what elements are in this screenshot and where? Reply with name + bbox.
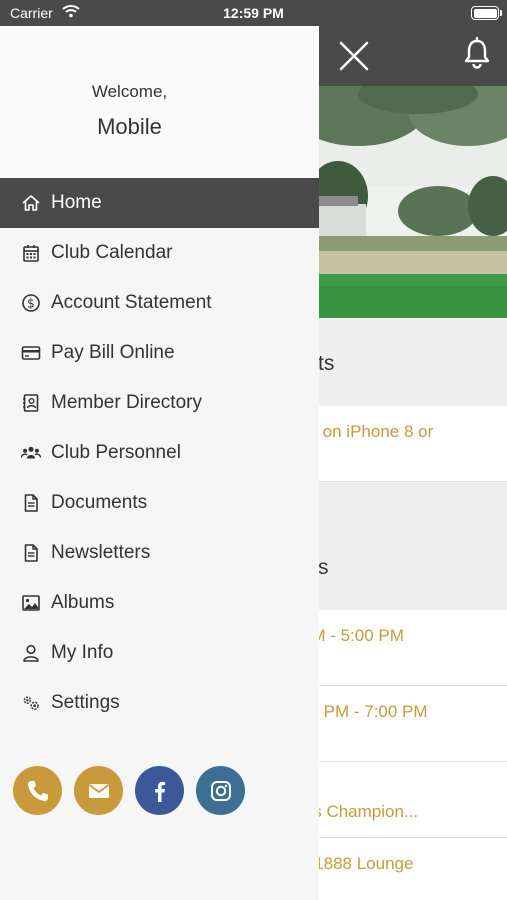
dollar-icon: $ <box>20 292 42 314</box>
credit-card-icon <box>20 342 42 364</box>
menu-item-home[interactable]: Home <box>0 178 319 228</box>
social-links <box>13 766 257 815</box>
user-name: Mobile <box>97 114 162 139</box>
section-title: ts <box>318 352 335 375</box>
image-icon <box>20 592 42 614</box>
menu-item-settings[interactable]: Settings <box>0 678 319 728</box>
menu-item-club-personnel[interactable]: Club Personnel <box>0 428 319 478</box>
bell-icon <box>464 36 490 69</box>
facebook-icon <box>154 781 165 802</box>
close-menu-button[interactable] <box>336 38 372 74</box>
event-row[interactable] <box>318 762 507 838</box>
phone-icon <box>27 780 48 801</box>
menu-item-label: Albums <box>51 592 115 613</box>
facebook-button[interactable] <box>135 766 184 815</box>
menu-item-label: My Info <box>51 642 114 663</box>
menu-item-label: Home <box>51 192 102 213</box>
envelope-icon <box>88 783 109 798</box>
menu-item-label: Account Statement <box>51 292 212 313</box>
svg-text:$: $ <box>27 297 35 311</box>
welcome-label: Welcome, <box>91 82 168 101</box>
phone-button[interactable] <box>13 766 62 815</box>
menu-item-label: Documents <box>51 492 148 513</box>
drawer-menu: Home Club Calendar $ Account Statement P… <box>0 178 319 728</box>
list-item[interactable] <box>318 406 507 482</box>
menu-item-label: Newsletters <box>51 542 151 563</box>
event-row[interactable] <box>318 686 507 762</box>
section-header <box>318 482 507 610</box>
menu-item-label: Member Directory <box>51 392 202 413</box>
battery-icon <box>471 6 502 20</box>
notifications-button[interactable] <box>460 36 494 70</box>
user-icon <box>20 642 42 664</box>
instagram-button[interactable] <box>196 766 245 815</box>
instagram-icon <box>210 780 231 801</box>
menu-item-albums[interactable]: Albums <box>0 578 319 628</box>
menu-item-newsletters[interactable]: Newsletters <box>0 528 319 578</box>
menu-item-label: Settings <box>51 692 120 713</box>
contact-book-icon <box>20 392 42 414</box>
section-header <box>318 318 507 406</box>
calendar-icon <box>20 242 42 264</box>
menu-item-documents[interactable]: Documents <box>0 478 319 528</box>
email-button[interactable] <box>74 766 123 815</box>
document-icon <box>20 492 42 514</box>
event-row[interactable] <box>318 610 507 686</box>
menu-item-label: Pay Bill Online <box>51 342 175 363</box>
hero-image <box>318 86 507 318</box>
status-bar: Carrier 12:59 PM <box>0 0 507 26</box>
section-title: s <box>318 556 329 579</box>
drawer-header <box>0 26 319 178</box>
menu-item-pay-bill-online[interactable]: Pay Bill Online <box>0 328 319 378</box>
menu-item-my-info[interactable]: My Info <box>0 628 319 678</box>
home-icon <box>20 192 42 214</box>
menu-item-label: Club Calendar <box>51 242 173 263</box>
list-item-text: ns on iPhone 8 or <box>300 422 434 441</box>
navigation-drawer: Welcome, Mobile Home Club Calendar $ Acc… <box>0 0 319 900</box>
clock: 12:59 PM <box>223 5 284 21</box>
menu-item-club-calendar[interactable]: Club Calendar <box>0 228 319 278</box>
menu-item-account-statement[interactable]: $ Account Statement <box>0 278 319 328</box>
close-icon <box>339 41 369 71</box>
event-time: 00 PM - 7:00 PM <box>300 702 428 721</box>
newsletter-icon <box>20 542 42 564</box>
menu-item-member-directory[interactable]: Member Directory <box>0 378 319 428</box>
menu-item-label: Club Personnel <box>51 442 181 463</box>
people-icon <box>20 442 42 464</box>
gears-icon <box>20 692 42 714</box>
